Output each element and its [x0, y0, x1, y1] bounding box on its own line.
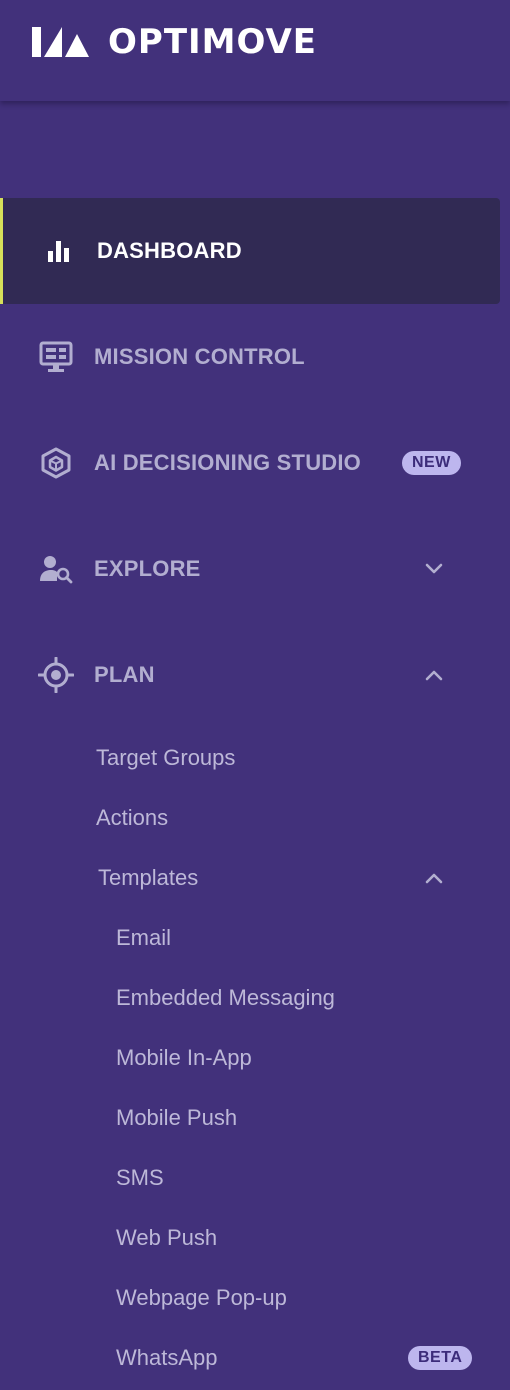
nav-label-dashboard: DASHBOARD [97, 238, 242, 263]
top-bar: OPTIMOVE [0, 0, 510, 101]
sub-item-actions[interactable]: Actions [96, 788, 168, 848]
template-item-label: Mobile In-App [116, 1045, 252, 1070]
sub-item-label: Templates [98, 865, 199, 890]
chevron-up-icon[interactable] [422, 663, 446, 687]
template-item-email[interactable]: Email [116, 908, 171, 968]
nav-item-ai-decisioning-studio[interactable]: AI DECISIONING STUDIO NEW [0, 410, 500, 516]
new-badge: NEW [402, 451, 461, 475]
user-search-icon [38, 551, 74, 587]
template-item-label: Email [116, 925, 172, 950]
template-item-whatsapp[interactable]: WhatsApp BETA [116, 1328, 486, 1388]
template-item-webpage-popup[interactable]: Webpage Pop-up [116, 1268, 287, 1328]
cube-icon [38, 445, 74, 481]
nav-item-mission-control[interactable]: MISSION CONTROL [0, 304, 500, 410]
template-item-label: WhatsApp [116, 1345, 218, 1370]
sub-item-target-groups[interactable]: Target Groups [96, 728, 235, 788]
logo-text: OPTIMOVE [108, 22, 318, 62]
logo-mark-icon [32, 27, 89, 57]
template-item-label: Webpage Pop-up [116, 1285, 287, 1310]
sub-item-label: Target Groups [96, 745, 236, 770]
bar-chart-icon [41, 233, 77, 269]
sub-item-label: Actions [96, 805, 169, 830]
nav-label-ai-decisioning-studio: AI DECISIONING STUDIO [94, 450, 361, 475]
template-item-label: Embedded Messaging [116, 985, 335, 1010]
chevron-up-icon[interactable] [422, 866, 446, 890]
beta-badge: BETA [408, 1346, 473, 1370]
nav-label-explore: EXPLORE [94, 556, 201, 581]
nav-item-dashboard[interactable]: DASHBOARD [0, 198, 500, 304]
target-icon [38, 657, 74, 693]
monitor-icon [38, 339, 74, 375]
nav-item-explore[interactable]: EXPLORE [0, 516, 500, 622]
template-item-label: Web Push [116, 1225, 218, 1250]
template-item-label: Mobile Push [116, 1105, 238, 1130]
nav-label-plan: PLAN [94, 662, 155, 687]
logo[interactable]: OPTIMOVE [32, 22, 318, 62]
nav-label-mission-control: MISSION CONTROL [94, 344, 305, 369]
chevron-down-icon[interactable] [422, 557, 446, 581]
template-item-sms[interactable]: SMS [116, 1148, 164, 1208]
sub-item-templates[interactable]: Templates [98, 848, 478, 908]
template-item-mobile-push[interactable]: Mobile Push [116, 1088, 237, 1148]
template-item-mobile-in-app[interactable]: Mobile In-App [116, 1028, 252, 1088]
template-item-embedded-messaging[interactable]: Embedded Messaging [116, 968, 335, 1028]
nav-item-plan[interactable]: PLAN [0, 622, 500, 728]
template-item-web-push[interactable]: Web Push [116, 1208, 217, 1268]
template-item-label: SMS [116, 1165, 164, 1190]
